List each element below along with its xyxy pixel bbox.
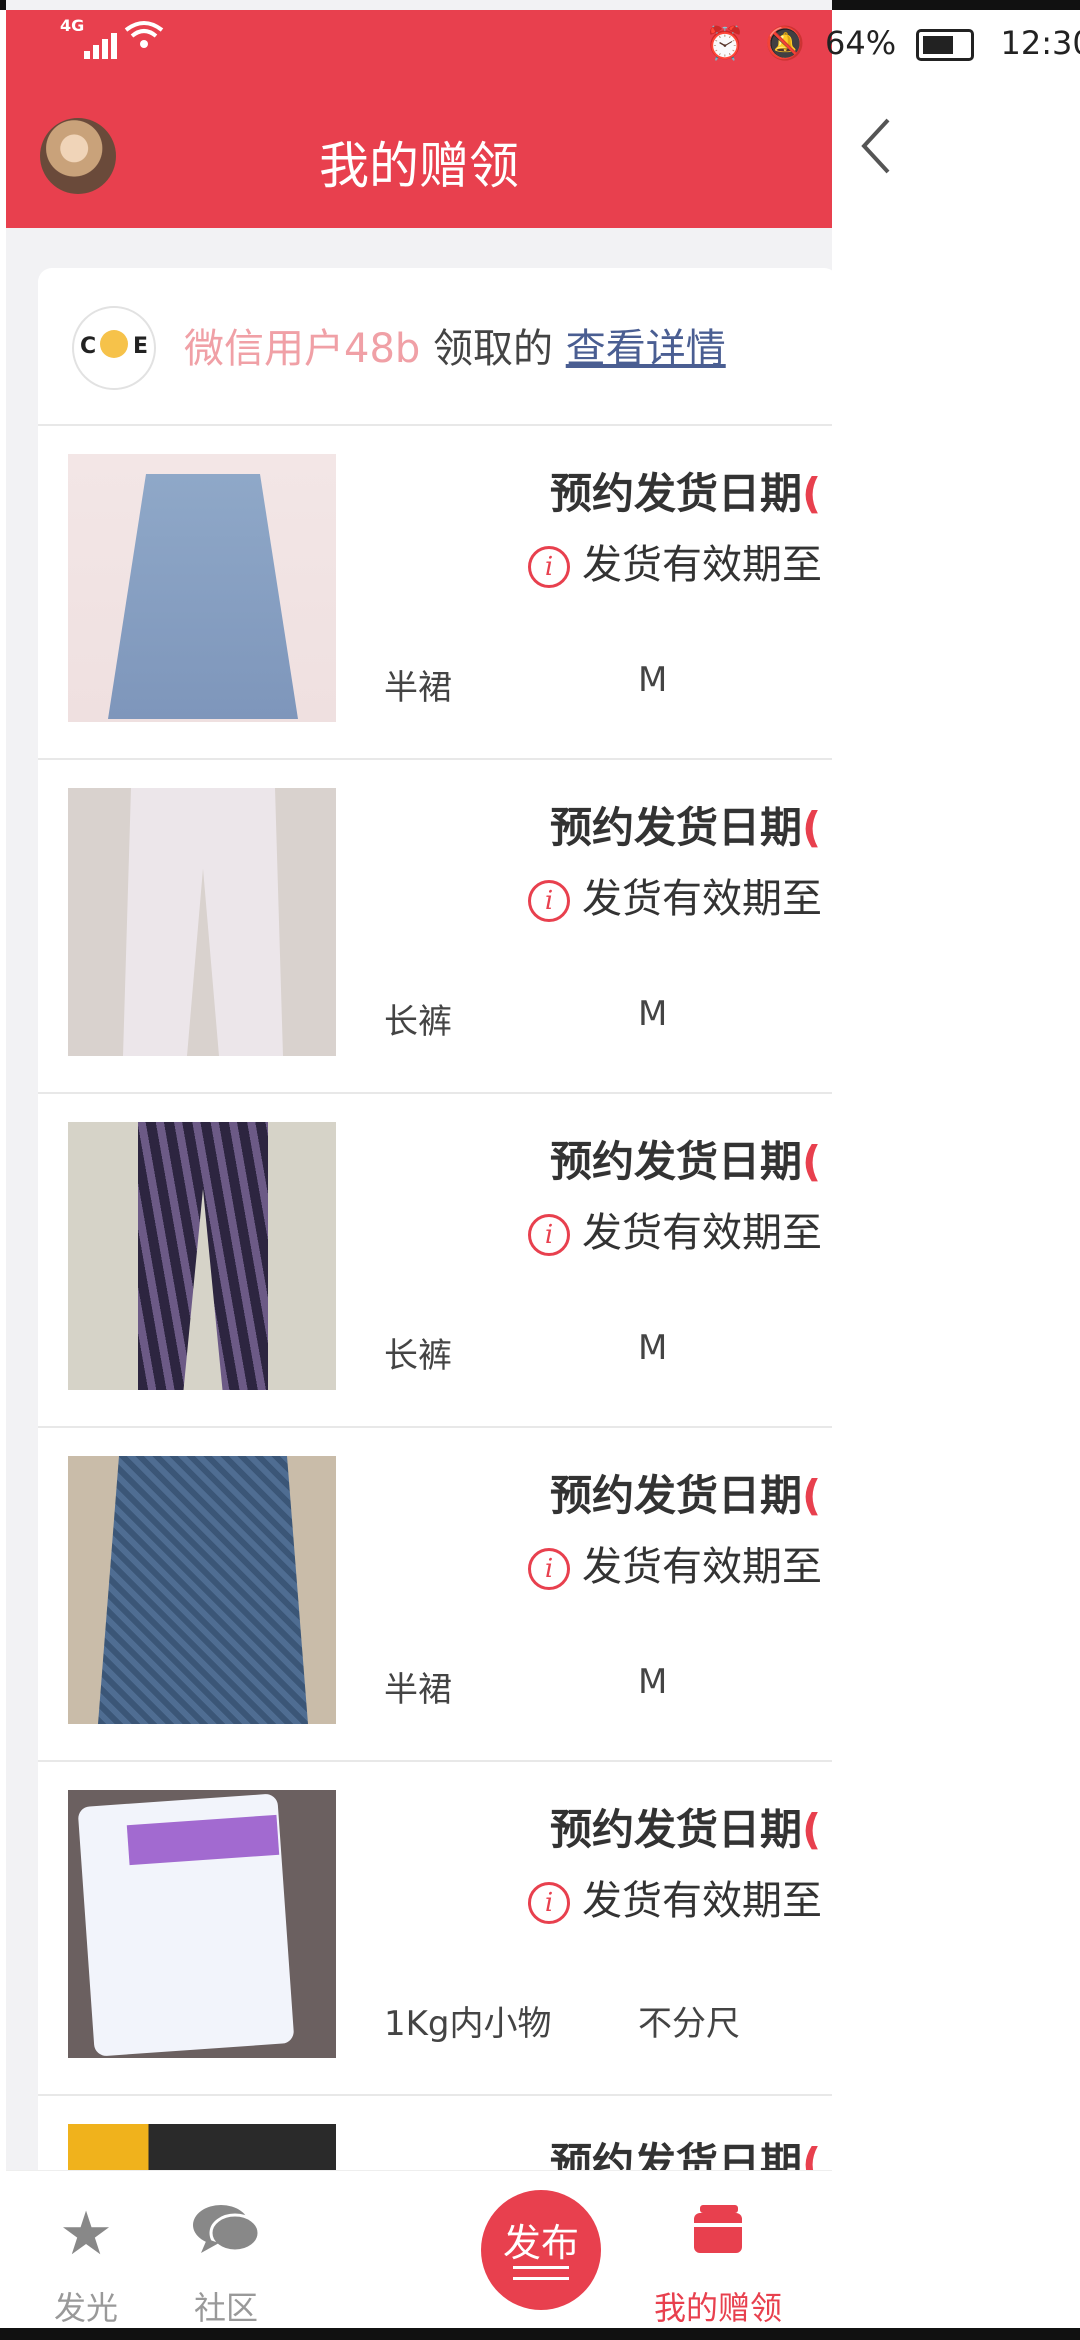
item-category: 半裙 (384, 1670, 452, 1710)
info-icon: i (528, 880, 570, 922)
app-panel: 我的赠领 CE 微信用户48b 领取的 查看详情 预约发货日期( i 发货有效期至… (6, 0, 832, 2340)
ship-date: 预约发货日期( (550, 803, 822, 852)
item-category: 长裤 (384, 1336, 452, 1376)
info-icon: i (528, 1214, 570, 1256)
valid-until: i 发货有效期至 (528, 1534, 822, 1592)
item-size: M (638, 660, 668, 700)
publish-button[interactable]: 发布 (481, 2190, 601, 2310)
back-chevron-icon[interactable] (858, 116, 894, 176)
giver-action: 领取的 (433, 326, 554, 372)
item-category: 半裙 (384, 668, 452, 708)
item-thumbnail: 紫外线感应卡 (68, 1790, 336, 2058)
info-icon: i (528, 1882, 570, 1924)
ship-date: 预约发货日期( (550, 1805, 822, 1854)
battery-icon (916, 29, 975, 61)
giver-username[interactable]: 微信用户48b (184, 326, 420, 372)
clock: 12:30 (1000, 24, 1080, 62)
giver-row: CE 微信用户48b 领取的 查看详情 (38, 268, 832, 426)
valid-until: i 发货有效期至 (528, 1868, 822, 1926)
wifi-icon (124, 20, 164, 58)
info-icon: i (528, 546, 570, 588)
valid-until: i 发货有效期至 (528, 866, 822, 924)
list-item[interactable]: 紫外线感应卡 预约发货日期( i 发货有效期至 1Kg内小物 不分尺 (38, 1760, 832, 2096)
claims-card: CE 微信用户48b 领取的 查看详情 预约发货日期( i 发货有效期至 半裙 M… (38, 268, 832, 2340)
chat-icon (146, 2199, 306, 2274)
star-icon: ★ (59, 2199, 113, 2269)
item-size: 不分尺 (638, 2004, 740, 2044)
item-category: 长裤 (384, 1002, 452, 1042)
ship-date: 预约发货日期( (550, 1471, 822, 1520)
view-details-link[interactable]: 查看详情 (566, 326, 726, 372)
mute-icon: 🔕 (765, 24, 805, 62)
giver-logo: CE (72, 306, 156, 390)
item-size: M (638, 1328, 668, 1368)
signal-icon (84, 24, 120, 59)
valid-until: i 发货有效期至 (528, 1200, 822, 1258)
giver-line: 微信用户48b 领取的 查看详情 (184, 316, 726, 374)
ship-date: 预约发货日期( (550, 1137, 822, 1186)
item-thumbnail (68, 1122, 336, 1390)
item-thumbnail (68, 788, 336, 1056)
ship-date: 预约发货日期( (550, 469, 822, 518)
signal-label: 4G (60, 16, 85, 35)
battery-percent: 64% (825, 24, 897, 62)
bottom-edge (0, 2328, 1080, 2340)
page-title: 我的赠领 (319, 137, 519, 195)
tab-community[interactable]: 社区 (146, 2171, 306, 2340)
publish-icon (513, 2266, 569, 2288)
list-item[interactable]: 预约发货日期( i 发货有效期至 长裤 M (38, 1092, 832, 1428)
item-size: M (638, 994, 668, 1034)
valid-until: i 发货有效期至 (528, 532, 822, 590)
status-bar: 4G ⏰ 🔕 64% 12:30 (0, 10, 1080, 70)
bottom-tab-bar: ★ 发光 社区 我的赠领 (6, 2170, 832, 2340)
info-icon: i (528, 1548, 570, 1590)
alarm-icon: ⏰ (705, 24, 745, 62)
item-size: M (638, 1662, 668, 1702)
list-item[interactable]: 预约发货日期( i 发货有效期至 半裙 M (38, 424, 832, 760)
item-thumbnail (68, 1456, 336, 1724)
status-right: ⏰ 🔕 64% 12:30 (705, 24, 1080, 62)
item-thumbnail (68, 454, 336, 722)
list-item[interactable]: 预约发货日期( i 发货有效期至 长裤 M (38, 758, 832, 1094)
tab-my-claims[interactable]: 我的赠领 (638, 2171, 798, 2340)
gift-box-icon (638, 2199, 798, 2274)
item-category: 1Kg内小物 (384, 2004, 552, 2044)
tab-shine[interactable]: ★ 发光 (6, 2171, 166, 2340)
list-item[interactable]: 预约发货日期( i 发货有效期至 半裙 M (38, 1426, 832, 1762)
